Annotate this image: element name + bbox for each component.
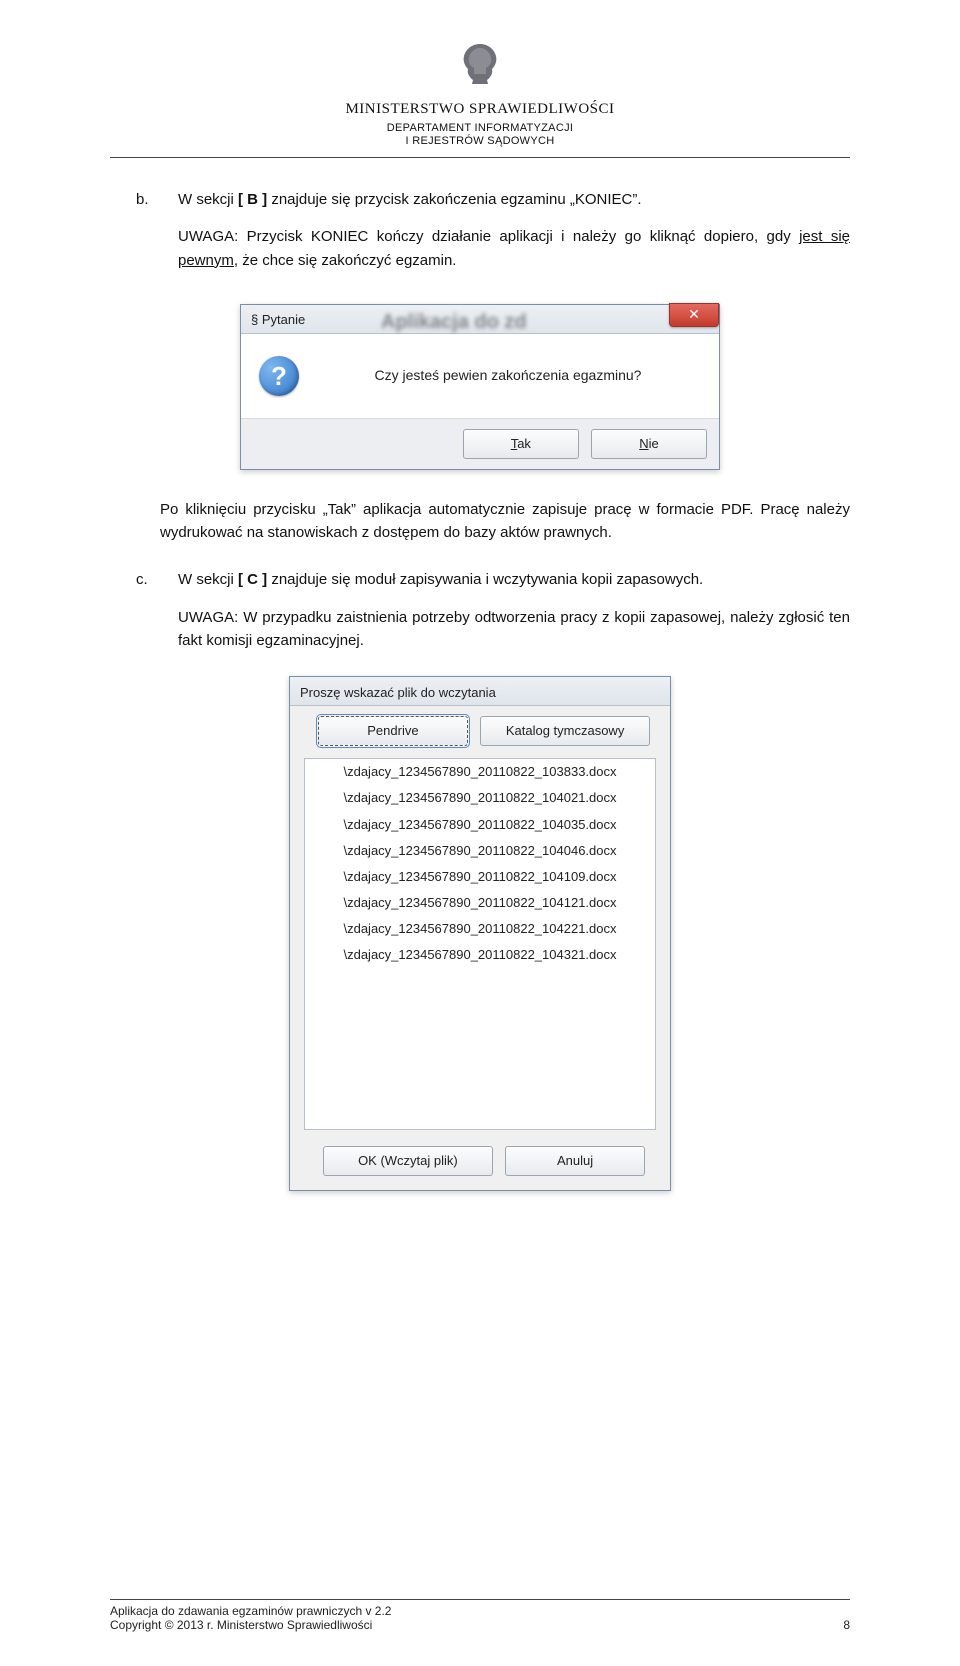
item-c-uwaga-text: W przypadku zaistnienia potrzeby odtworz…	[178, 609, 850, 649]
file-listbox[interactable]: \zdajacy_1234567890_20110822_103833.docx…	[304, 758, 656, 1130]
page-footer: Aplikacja do zdawania egzaminów prawnicz…	[110, 1599, 850, 1632]
item-c-post: znajduje się moduł zapisywania i wczytyw…	[267, 571, 703, 588]
confirm-dialog: § Pytanie Aplikacja do zd ✕ ? Czy jesteś…	[240, 304, 720, 470]
page-number: 8	[843, 1618, 850, 1632]
department-line1: DEPARTAMENT INFORMATYZACJI	[110, 122, 850, 134]
item-b-uwaga-post: że chce się zakończyć egzamin.	[238, 252, 456, 269]
list-item[interactable]: \zdajacy_1234567890_20110822_104221.docx	[305, 916, 655, 942]
cancel-button[interactable]: Anuluj	[505, 1146, 645, 1176]
yes-button[interactable]: Tak	[463, 429, 579, 459]
ministry-title: MINISTERSTWO SPRAWIEDLIWOŚCI	[110, 101, 850, 118]
file-load-dialog: Proszę wskazać plik do wczytania Pendriv…	[289, 676, 671, 1191]
file-load-dialog-titlebar: Proszę wskazać plik do wczytania	[290, 677, 670, 706]
list-item-b: b. W sekcji [ B ] znajduje się przycisk …	[110, 188, 850, 286]
no-button[interactable]: Nie	[591, 429, 707, 459]
confirm-dialog-titlebar: § Pytanie Aplikacja do zd ✕	[241, 305, 719, 334]
eagle-crest-icon	[458, 40, 502, 93]
list-item[interactable]: \zdajacy_1234567890_20110822_104321.docx	[305, 942, 655, 968]
bullet-b: b.	[110, 188, 160, 286]
confirm-dialog-buttons: Tak Nie	[241, 418, 719, 469]
question-icon: ?	[259, 356, 299, 396]
pendrive-button[interactable]: Pendrive	[318, 716, 468, 746]
list-item[interactable]: \zdajacy_1234567890_20110822_104109.docx	[305, 864, 655, 890]
department-line2: I REJESTRÓW SĄDOWYCH	[110, 135, 850, 147]
footer-line2: Copyright © 2013 r. Ministerstwo Sprawie…	[110, 1618, 372, 1632]
item-c-section: [ C ]	[238, 571, 267, 588]
page-header: MINISTERSTWO SPRAWIEDLIWOŚCI DEPARTAMENT…	[110, 40, 850, 158]
list-item[interactable]: \zdajacy_1234567890_20110822_104035.docx	[305, 812, 655, 838]
list-item[interactable]: \zdajacy_1234567890_20110822_104121.docx	[305, 890, 655, 916]
tempdir-button[interactable]: Katalog tymczasowy	[480, 716, 650, 746]
footer-line1: Aplikacja do zdawania egzaminów prawnicz…	[110, 1604, 850, 1618]
after-dlg1-paragraph: Po kliknięciu przycisku „Tak” aplikacja …	[160, 498, 850, 545]
confirm-dialog-title: § Pytanie	[251, 310, 305, 330]
footer-divider	[110, 1599, 850, 1600]
close-button[interactable]: ✕	[669, 303, 719, 327]
item-b-uwaga-pre: Przycisk KONIEC kończy działanie aplikac…	[238, 228, 799, 245]
item-b-section: [ B ]	[238, 191, 267, 208]
item-c-uwaga-label: UWAGA:	[178, 609, 238, 626]
list-item[interactable]: \zdajacy_1234567890_20110822_104046.docx	[305, 838, 655, 864]
file-load-dialog-title: Proszę wskazać plik do wczytania	[300, 683, 496, 703]
item-c-pre: W sekcji	[178, 571, 238, 588]
item-b-post: znajduje się przycisk zakończenia egzami…	[267, 191, 641, 208]
header-divider	[110, 157, 850, 158]
item-b-uwaga-label: UWAGA:	[178, 228, 238, 245]
list-item[interactable]: \zdajacy_1234567890_20110822_104021.docx	[305, 785, 655, 811]
ok-load-button[interactable]: OK (Wczytaj plik)	[323, 1146, 493, 1176]
background-blur-text: Aplikacja do zd	[381, 307, 527, 338]
list-item-c: c. W sekcji [ C ] znajduje się moduł zap…	[110, 568, 850, 666]
item-b-pre: W sekcji	[178, 191, 238, 208]
bullet-c: c.	[110, 568, 160, 666]
list-item[interactable]: \zdajacy_1234567890_20110822_103833.docx	[305, 759, 655, 785]
confirm-dialog-message: Czy jesteś pewien zakończenia egazminu?	[315, 365, 701, 387]
after-dlg1-paragraph-block: Po kliknięciu przycisku „Tak” aplikacja …	[110, 498, 850, 559]
